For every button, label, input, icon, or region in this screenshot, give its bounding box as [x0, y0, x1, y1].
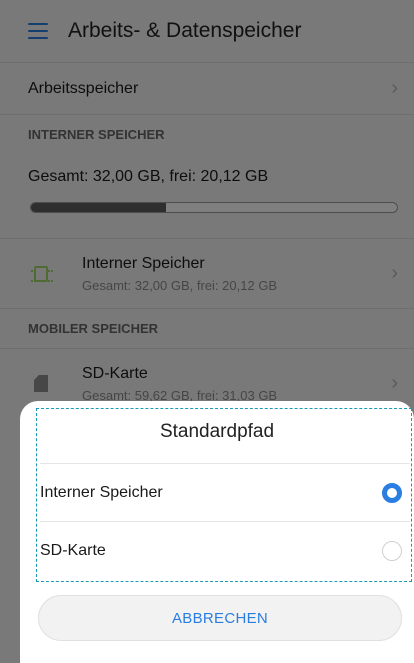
cancel-button[interactable]: ABBRECHEN	[38, 595, 402, 641]
option-label: SD-Karte	[40, 541, 106, 559]
dialog-title: Standardpfad	[159, 421, 275, 442]
option-label: Interner Speicher	[40, 483, 163, 501]
option-sd-card[interactable]: SD-Karte	[40, 521, 410, 579]
radio-selected-icon[interactable]	[382, 482, 402, 503]
option-internal-storage[interactable]: Interner Speicher	[40, 463, 410, 521]
default-path-dialog: Standardpfad Interner Speicher SD-Karte …	[20, 401, 414, 663]
radio-unselected-icon[interactable]	[382, 540, 402, 561]
